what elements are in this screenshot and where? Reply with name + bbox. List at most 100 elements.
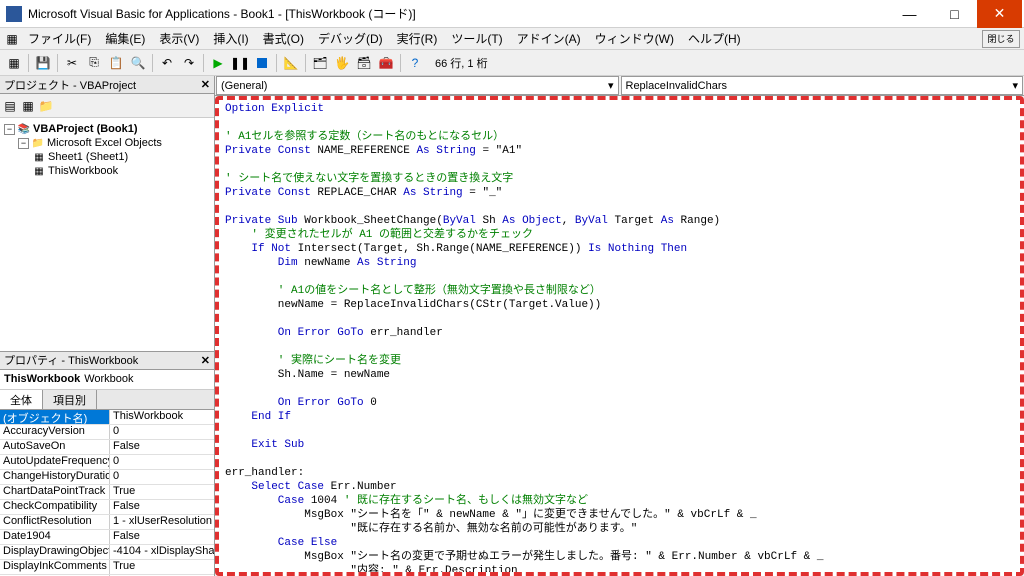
procedure-dropdown-value: ReplaceInvalidChars	[626, 80, 728, 92]
property-value[interactable]: 0	[110, 470, 214, 484]
property-name: DisplayInkComments	[0, 560, 110, 574]
property-value[interactable]: True	[110, 485, 214, 499]
property-value[interactable]: True	[110, 560, 214, 574]
project-toolbar: ▤ ▦ 📁	[0, 94, 214, 118]
menu-bar: ▦ ファイル(F) 編集(E) 表示(V) 挿入(I) 書式(O) デバッグ(D…	[0, 28, 1024, 50]
property-row[interactable]: ChartDataPointTrackTrue	[0, 485, 214, 500]
properties-panel-header: プロパティ - ThisWorkbook ✕	[0, 352, 214, 370]
window-titlebar: Microsoft Visual Basic for Applications …	[0, 0, 1024, 28]
property-value[interactable]: 0	[110, 455, 214, 469]
property-value[interactable]: ThisWorkbook	[110, 410, 214, 424]
property-row[interactable]: ChangeHistoryDuration0	[0, 470, 214, 485]
toolbox-icon[interactable]: 🧰	[376, 53, 396, 73]
chevron-down-icon: ▾	[608, 79, 614, 92]
properties-object-selector[interactable]: ThisWorkbook Workbook	[0, 370, 214, 390]
toggle-folders-icon[interactable]: 📁	[38, 98, 54, 114]
cut-icon[interactable]: ✂	[62, 53, 82, 73]
break-icon[interactable]: ❚❚	[230, 53, 250, 73]
object-dropdown[interactable]: (General) ▾	[216, 76, 619, 95]
tree-thisworkbook[interactable]: ThisWorkbook	[48, 165, 118, 177]
property-name: (オブジェクト名)	[0, 410, 110, 424]
menu-run[interactable]: 実行(R)	[391, 28, 444, 49]
property-value[interactable]: False	[110, 500, 214, 514]
paste-icon[interactable]: 📋	[106, 53, 126, 73]
properties-panel-close-icon[interactable]: ✕	[201, 354, 210, 367]
project-folder[interactable]: Microsoft Excel Objects	[47, 137, 162, 149]
property-name: AccuracyVersion	[0, 425, 110, 439]
view-object-icon[interactable]: ▦	[20, 98, 36, 114]
menu-edit[interactable]: 編集(E)	[99, 28, 151, 49]
find-icon[interactable]: 🔍	[128, 53, 148, 73]
cursor-position: 66 行, 1 桁	[435, 55, 488, 71]
property-name: AutoSaveOn	[0, 440, 110, 454]
properties-grid[interactable]: (オブジェクト名)ThisWorkbookAccuracyVersion0Aut…	[0, 410, 214, 576]
property-row[interactable]: AccuracyVersion0	[0, 425, 214, 440]
minimize-button[interactable]: —	[887, 0, 932, 28]
property-value[interactable]: -4104 - xlDisplayShapes	[110, 545, 214, 559]
property-value[interactable]: 0	[110, 425, 214, 439]
project-panel-title: プロジェクト - VBAProject	[4, 77, 136, 93]
redo-icon[interactable]: ↷	[179, 53, 199, 73]
menu-view[interactable]: 表示(V)	[153, 28, 205, 49]
project-panel-close-icon[interactable]: ✕	[201, 78, 210, 91]
main-toolbar: ▦ 💾 ✂ ⎘ 📋 🔍 ↶ ↷ ▶ ❚❚ 📐 🗂 🖐 🗃 🧰 ? 66 行, 1…	[0, 50, 1024, 76]
property-row[interactable]: ConflictResolution1 - xlUserResolution	[0, 515, 214, 530]
run-icon[interactable]: ▶	[208, 53, 228, 73]
undo-icon[interactable]: ↶	[157, 53, 177, 73]
menu-help[interactable]: ヘルプ(H)	[682, 28, 747, 49]
close-doc-button[interactable]: 閉じる	[982, 30, 1020, 48]
help-icon[interactable]: ?	[405, 53, 425, 73]
property-name: ChartDataPointTrack	[0, 485, 110, 499]
tree-sheet1[interactable]: Sheet1 (Sheet1)	[48, 151, 128, 163]
view-excel-icon[interactable]: ▦	[4, 53, 24, 73]
code-editor[interactable]: Option Explicit ' A1セルを参照する定数（シート名のもとになる…	[215, 96, 1024, 576]
property-name: DisplayDrawingObjects	[0, 545, 110, 559]
project-tree[interactable]: −📚VBAProject (Book1) −📁Microsoft Excel O…	[0, 118, 214, 352]
menu-insert[interactable]: 挿入(I)	[207, 28, 254, 49]
menu-tools[interactable]: ツール(T)	[445, 28, 508, 49]
design-mode-icon[interactable]: 📐	[281, 53, 301, 73]
view-code-icon[interactable]: ▤	[2, 98, 18, 114]
property-row[interactable]: Date1904False	[0, 530, 214, 545]
property-row[interactable]: (オブジェクト名)ThisWorkbook	[0, 410, 214, 425]
property-name: ChangeHistoryDuration	[0, 470, 110, 484]
menu-debug[interactable]: デバッグ(D)	[312, 28, 389, 49]
object-browser-icon[interactable]: 🗃	[354, 53, 374, 73]
project-root[interactable]: VBAProject (Book1)	[33, 123, 138, 135]
chevron-down-icon: ▾	[1012, 79, 1018, 92]
property-name: Date1904	[0, 530, 110, 544]
menu-window[interactable]: ウィンドウ(W)	[589, 28, 680, 49]
object-dropdown-value: (General)	[221, 80, 267, 92]
properties-panel-title: プロパティ - ThisWorkbook	[4, 352, 138, 368]
property-name: CheckCompatibility	[0, 500, 110, 514]
properties-icon[interactable]: 🖐	[332, 53, 352, 73]
menu-format[interactable]: 書式(O)	[257, 28, 310, 49]
project-explorer-icon[interactable]: 🗂	[310, 53, 330, 73]
tab-categorized[interactable]: 項目別	[43, 390, 97, 409]
property-value[interactable]: False	[110, 440, 214, 454]
close-doc-label: 閉じる	[987, 32, 1014, 45]
property-row[interactable]: DisplayDrawingObjects-4104 - xlDisplaySh…	[0, 545, 214, 560]
menu-file[interactable]: ファイル(F)	[22, 28, 97, 49]
copy-icon[interactable]: ⎘	[84, 53, 104, 73]
property-row[interactable]: DisplayInkCommentsTrue	[0, 560, 214, 575]
maximize-button[interactable]: □	[932, 0, 977, 28]
window-title: Microsoft Visual Basic for Applications …	[28, 5, 887, 22]
project-panel-header: プロジェクト - VBAProject ✕	[0, 76, 214, 94]
procedure-dropdown[interactable]: ReplaceInvalidChars ▾	[621, 76, 1024, 95]
menu-addins[interactable]: アドイン(A)	[511, 28, 587, 49]
property-value[interactable]: False	[110, 530, 214, 544]
property-row[interactable]: CheckCompatibilityFalse	[0, 500, 214, 515]
tab-alphabetical[interactable]: 全体	[0, 390, 43, 409]
save-icon[interactable]: 💾	[33, 53, 53, 73]
properties-object-name: ThisWorkbook	[4, 373, 80, 385]
excel-icon[interactable]: ▦	[4, 31, 20, 47]
property-row[interactable]: AutoSaveOnFalse	[0, 440, 214, 455]
reset-icon[interactable]	[252, 53, 272, 73]
app-icon	[6, 6, 22, 22]
property-name: ConflictResolution	[0, 515, 110, 529]
properties-object-type: Workbook	[84, 373, 133, 385]
property-value[interactable]: 1 - xlUserResolution	[110, 515, 214, 529]
close-button[interactable]: ✕	[977, 0, 1022, 28]
property-row[interactable]: AutoUpdateFrequency0	[0, 455, 214, 470]
